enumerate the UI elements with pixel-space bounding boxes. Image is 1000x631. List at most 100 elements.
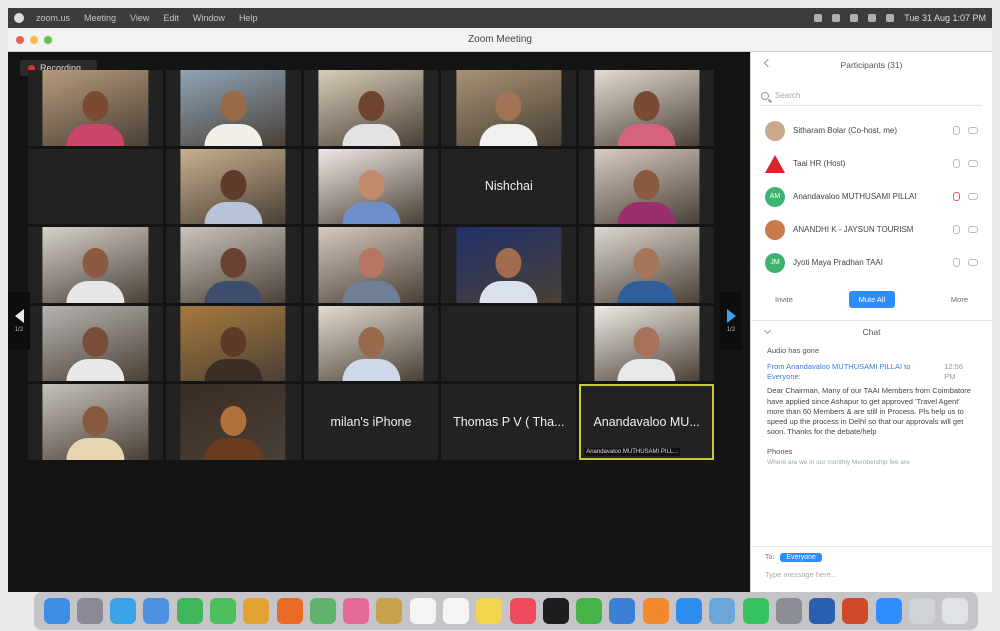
sidebar: Participants (31) Search Sitharam Bolar … [750,52,992,592]
invite-button[interactable]: Invite [765,291,803,308]
participant-tile[interactable] [165,70,301,146]
participant-tile[interactable] [579,148,714,225]
volume-icon[interactable] [832,14,841,22]
menu-view[interactable]: View [130,13,149,23]
participant-row[interactable]: ANANDHI K - JAYSUN TOURISM [751,213,992,246]
next-page-button[interactable]: 1/2 [720,292,742,350]
participant-tile[interactable] [441,227,577,303]
numbers-icon[interactable] [576,598,603,624]
stickies-icon[interactable] [476,598,503,624]
chat-input[interactable]: Type message here... [765,570,978,579]
participant-name: Thomas P V ( Tha... [453,415,565,430]
mute-all-button[interactable]: Mute All [848,291,896,308]
participant-row[interactable]: JM Jyoti Maya Pradhan TAAI [751,246,992,279]
notes-icon[interactable] [376,598,403,624]
search-icon[interactable] [886,14,895,22]
participant-row[interactable]: Taai HR (Host) [751,147,992,180]
camera-icon[interactable] [968,193,978,200]
participant-tile[interactable]: milan's iPhone [303,384,439,460]
finder-icon[interactable] [43,598,70,624]
participant-tile[interactable]: Anandavaloo MU... Anandavaloo MUTHUSAMI P… [579,384,714,460]
firefox-icon[interactable] [276,598,303,624]
microphone-icon[interactable] [953,225,960,234]
participant-tile[interactable] [165,384,301,460]
menu-meeting[interactable]: Meeting [84,13,116,23]
settings-icon[interactable] [775,598,802,624]
participant-tile[interactable] [441,70,577,146]
participant-face [220,405,247,436]
window-title: Zoom Meeting [468,34,532,45]
participant-tile[interactable] [165,227,301,303]
folder-icon[interactable] [908,598,935,624]
music-icon[interactable] [509,598,536,624]
keynote-icon[interactable] [609,598,636,624]
participant-face [220,248,247,279]
participant-tile[interactable]: Nishchai [441,148,577,225]
clock[interactable]: Tue 31 Aug 1:07 PM [904,13,986,23]
menu-app[interactable]: zoom.us [36,13,70,23]
participant-search[interactable]: Search [761,86,982,106]
participant-tile[interactable] [28,305,163,382]
reminders-icon[interactable] [443,598,470,624]
prev-page-button[interactable]: 1/2 [8,292,30,350]
more-button[interactable]: More [941,291,978,308]
menu-edit[interactable]: Edit [163,13,179,23]
zoom-status-icon[interactable] [814,14,823,22]
microphone-icon[interactable] [953,126,960,135]
launchpad-icon[interactable] [76,598,103,624]
menu-window[interactable]: Window [193,13,225,23]
maps-icon[interactable] [309,598,336,624]
page-indicator-left: 1/2 [14,327,24,333]
chat-recipient-select[interactable]: Everyone [780,553,822,562]
chat-sender[interactable]: From Anandavaloo MUTHUSAMI PILLAI to Eve… [767,362,944,382]
battery-icon[interactable] [850,14,859,22]
participant-tile[interactable] [165,148,301,225]
participant-tile[interactable] [303,305,439,382]
camera-icon[interactable] [968,259,978,266]
photos-icon[interactable] [343,598,370,624]
calendar-icon[interactable] [409,598,436,624]
messages-icon[interactable] [210,598,237,624]
word-icon[interactable] [809,598,836,624]
camera-icon[interactable] [968,226,978,233]
participant-tile[interactable] [579,227,714,303]
tv-icon[interactable] [542,598,569,624]
preview-icon[interactable] [709,598,736,624]
facetime-icon[interactable] [176,598,203,624]
chat-composer: To: Everyone Type message here... [751,546,992,592]
microphone-icon[interactable] [953,159,960,168]
collapse-chat-icon[interactable] [763,326,772,335]
participant-tile[interactable] [579,70,714,146]
camera-icon[interactable] [968,127,978,134]
whatsapp-icon[interactable] [742,598,769,624]
pages-icon[interactable] [642,598,669,624]
appstore-icon[interactable] [675,598,702,624]
participant-video [594,70,700,146]
mail-icon[interactable] [143,598,170,624]
collapse-participants-icon[interactable] [763,58,773,68]
wifi-icon[interactable] [868,14,877,22]
participant-tile[interactable] [579,305,714,382]
participant-row[interactable]: Sitharam Bolar (Co-host, me) [751,114,992,147]
participant-tile[interactable] [303,227,439,303]
apple-icon[interactable] [14,13,24,23]
menu-help[interactable]: Help [239,13,258,23]
chevron-left-icon [14,309,24,323]
camera-icon[interactable] [968,160,978,167]
safari-icon[interactable] [110,598,137,624]
chrome-icon[interactable] [243,598,270,624]
participant-tile[interactable] [165,305,301,382]
participant-tile[interactable] [303,70,439,146]
participant-tile[interactable] [303,148,439,225]
participant-tile[interactable] [28,70,163,146]
microphone-icon[interactable] [953,258,960,267]
trash-icon[interactable] [942,598,969,624]
zoom-icon[interactable] [875,598,902,624]
powerpoint-icon[interactable] [842,598,869,624]
participant-row[interactable]: AM Anandavaloo MUTHUSAMI PILLAI [751,180,992,213]
participant-tile[interactable]: Thomas P V ( Tha... [441,384,577,460]
participant-tile[interactable] [28,227,163,303]
participant-tile[interactable] [28,384,163,460]
participant-body [204,280,263,303]
microphone-icon[interactable] [953,192,960,201]
